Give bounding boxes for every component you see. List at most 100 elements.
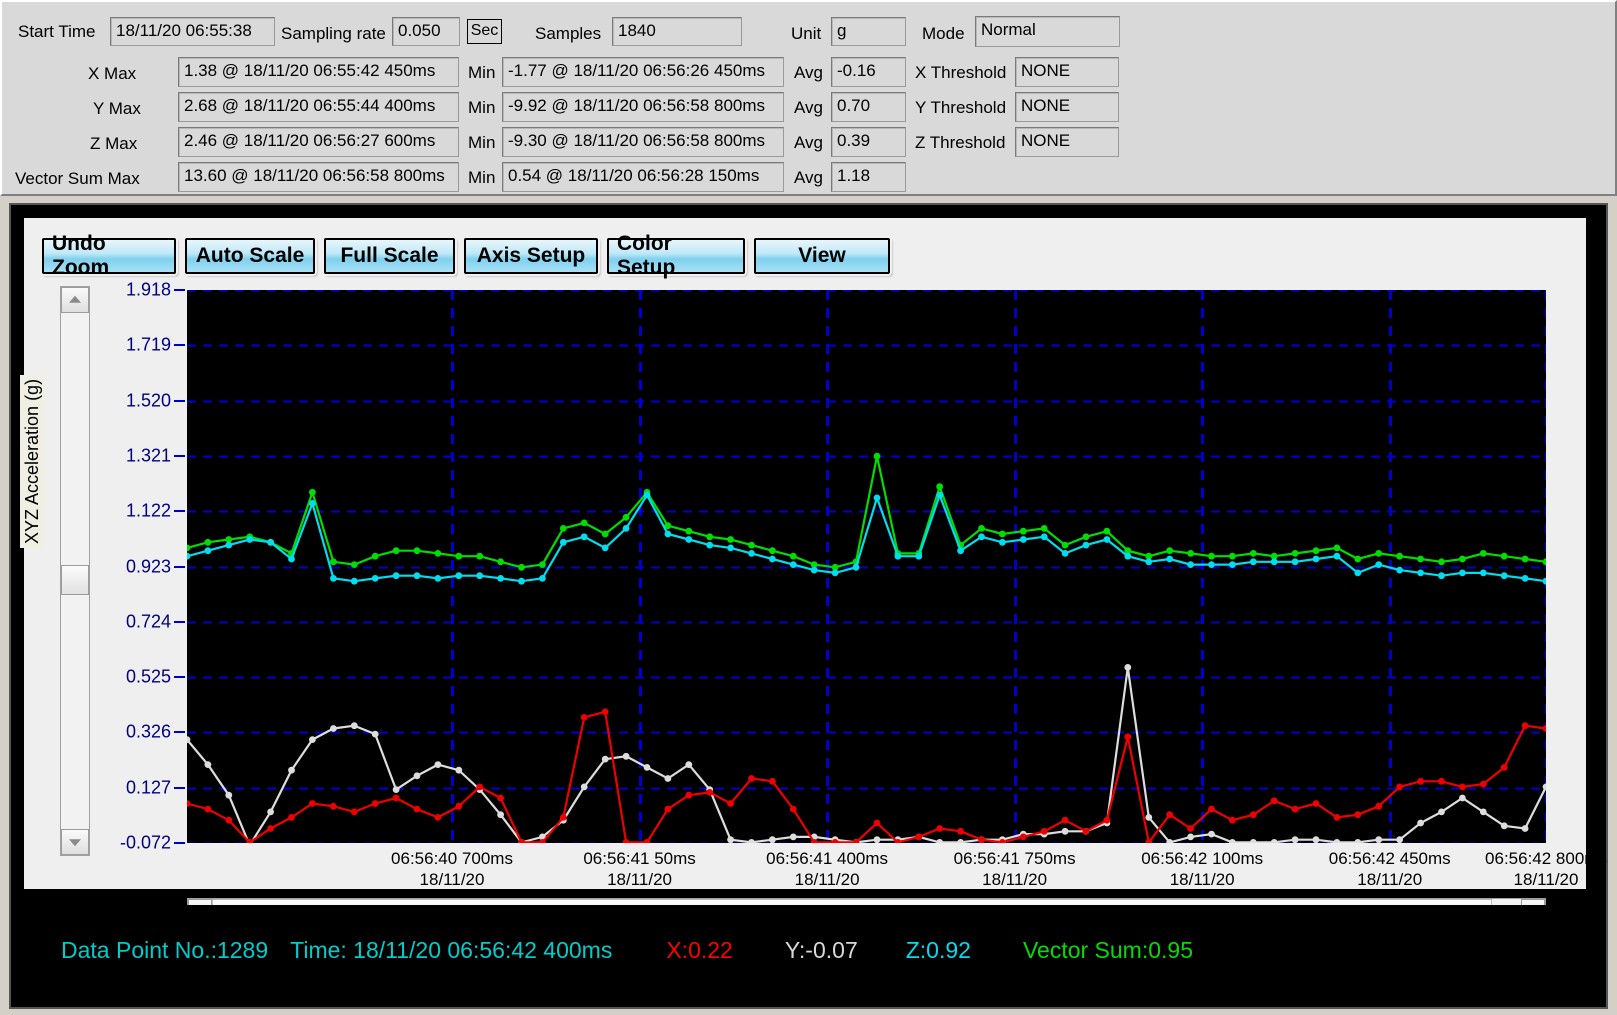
vector-sum-avg-field[interactable]: 1.18: [831, 162, 906, 192]
series-point: [413, 572, 421, 580]
vector-sum-min-field[interactable]: 0.54 @ 18/11/20 06:56:28 150ms: [502, 162, 784, 192]
y-min-field[interactable]: -9.92 @ 18/11/20 06:56:58 800ms: [502, 92, 784, 122]
series-point: [1103, 536, 1111, 543]
series-point: [371, 800, 379, 807]
series-point: [1019, 527, 1027, 535]
scroll-up-button[interactable]: [61, 287, 89, 313]
color-setup-button[interactable]: Color Setup: [607, 232, 745, 279]
series-point: [1124, 552, 1132, 560]
series-point: [204, 538, 212, 546]
series-point: [330, 575, 337, 582]
series-point: [309, 488, 316, 496]
series-point: [1542, 558, 1546, 566]
series-point: [392, 572, 400, 580]
series-point: [1187, 550, 1194, 557]
series-point: [1375, 836, 1383, 843]
series-point: [664, 775, 672, 782]
chart-svg: [187, 290, 1546, 843]
series-point: [978, 525, 985, 532]
axis-setup-button[interactable]: Axis Setup: [464, 238, 598, 274]
unit-field[interactable]: g: [831, 17, 906, 46]
x-axis-tick-date: 18/11/20: [982, 870, 1048, 889]
x-max-field[interactable]: 1.38 @ 18/11/20 06:55:42 450ms: [178, 57, 459, 87]
z-avg-field[interactable]: 0.39: [831, 127, 906, 157]
series-point: [706, 541, 714, 549]
chevron-down-icon: [69, 839, 81, 847]
series-point: [1542, 725, 1546, 732]
sampling-rate-field[interactable]: 0.050: [392, 17, 460, 46]
view-button[interactable]: View: [754, 238, 890, 274]
series-point: [831, 569, 839, 577]
series-point: [1061, 827, 1069, 835]
series-point: [1249, 839, 1257, 843]
series-point: [476, 552, 484, 560]
series-point: [769, 555, 776, 563]
z-min-field[interactable]: -9.30 @ 18/11/20 06:56:58 800ms: [502, 127, 784, 157]
series-point: [309, 500, 316, 507]
x-axis-tick-time: 06:56:40 700ms: [391, 849, 513, 868]
series-point: [1312, 800, 1320, 807]
series-point: [518, 563, 525, 571]
series-point: [1500, 764, 1508, 771]
plot-area[interactable]: [187, 290, 1546, 843]
x-axis-tick-time: 06:56:42 800ms: [1485, 849, 1607, 868]
series-point: [497, 558, 504, 566]
series-point: [1396, 783, 1403, 791]
x-axis-tick-date: 18/11/20: [794, 870, 860, 889]
series-point: [1249, 550, 1257, 557]
series-point: [1082, 533, 1090, 541]
x-avg-field[interactable]: -0.16: [831, 57, 906, 87]
chevron-up-icon: [69, 295, 81, 303]
series-point: [1542, 577, 1546, 585]
series-point: [1208, 805, 1215, 813]
start-time-field[interactable]: 18/11/20 06:55:38: [110, 17, 275, 46]
series-point: [455, 802, 463, 810]
series-point: [225, 541, 233, 549]
y-max-field[interactable]: 2.68 @ 18/11/20 06:55:44 400ms: [178, 92, 459, 122]
vector-sum-max-label: Vector Sum Max: [15, 169, 140, 188]
series-point: [1312, 555, 1320, 563]
series-point: [1521, 825, 1529, 832]
vector-sum-max-field[interactable]: 13.60 @ 18/11/20 06:56:58 800ms: [178, 162, 459, 192]
samples-field[interactable]: 1840: [612, 17, 742, 46]
series-point: [1249, 811, 1257, 819]
series-point: [1500, 572, 1508, 580]
series-point: [309, 800, 316, 807]
z-max-label: Z Max: [90, 134, 138, 153]
x-axis-tick-time: 06:56:42 100ms: [1141, 849, 1264, 868]
series-point: [1438, 572, 1445, 580]
x-min-label: Min: [468, 63, 496, 82]
series-point: [1521, 555, 1529, 563]
x-threshold-field[interactable]: NONE: [1015, 57, 1119, 87]
x-axis-tick-label: 06:56:42 450ms 18/11/20: [1329, 848, 1451, 890]
series-point: [706, 789, 714, 796]
sec-unit-button[interactable]: Sec: [467, 19, 502, 44]
scroll-down-button[interactable]: [61, 829, 89, 855]
y-threshold-label: Y Threshold: [915, 98, 1007, 117]
series-point: [1187, 833, 1194, 841]
series-point: [999, 538, 1006, 546]
vertical-scrollbar-thumb[interactable]: [61, 565, 89, 595]
series-point: [1019, 536, 1027, 543]
undo-zoom-button[interactable]: Undo Zoom: [42, 232, 176, 279]
z-avg-label: Avg: [794, 133, 823, 152]
series-point: [1438, 558, 1445, 566]
x-axis-tick-time: 06:56:41 50ms: [583, 849, 696, 868]
series-point: [434, 814, 442, 821]
y-axis-tick-label: 0.923: [125, 556, 171, 576]
vertical-scrollbar[interactable]: [60, 286, 90, 856]
z-max-field[interactable]: 2.46 @ 18/11/20 06:56:27 600ms: [178, 127, 459, 157]
auto-scale-button[interactable]: Auto Scale: [185, 238, 315, 274]
full-scale-button[interactable]: Full Scale: [324, 238, 455, 274]
z-threshold-field[interactable]: NONE: [1015, 127, 1119, 157]
y-threshold-field[interactable]: NONE: [1015, 92, 1119, 122]
y-avg-field[interactable]: 0.70: [831, 92, 906, 122]
series-point: [1040, 533, 1048, 541]
series-point: [957, 839, 964, 843]
series-point: [1312, 547, 1320, 555]
series-point: [1291, 805, 1299, 813]
mode-field[interactable]: Normal: [975, 16, 1120, 47]
x-min-field[interactable]: -1.77 @ 18/11/20 06:56:26 450ms: [502, 57, 784, 87]
x-avg-label: Avg: [794, 63, 823, 82]
series-point: [1438, 777, 1445, 785]
